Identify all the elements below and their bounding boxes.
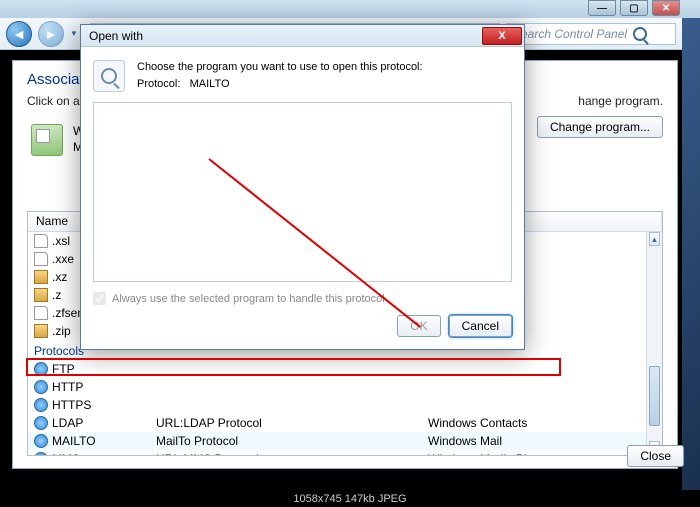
magnifier-icon [101,68,117,84]
program-list[interactable] [93,102,512,282]
app-icon [31,124,63,156]
dialog-icon [93,60,125,92]
window-maximize-button[interactable]: ▢ [620,0,648,16]
dialog-titlebar[interactable]: Open with X [81,25,524,47]
image-metadata-footer: 1058x745 147kb JPEG [0,491,700,507]
search-box[interactable]: Search Control Panel [506,23,676,45]
nav-forward-button: ► [38,21,64,47]
list-row[interactable]: FTP [28,360,662,378]
list-row[interactable]: MAILTOMailTo ProtocolWindows Mail [28,432,662,450]
scrollbar-up[interactable]: ▲ [649,232,660,246]
always-use-input [93,292,106,305]
list-row[interactable]: HTTPS [28,396,662,414]
proto-icon [34,362,48,376]
file-icon [34,252,48,266]
file-icon [34,306,48,320]
dialog-text: Choose the program you want to use to op… [137,59,423,92]
always-use-checkbox: Always use the selected program to handl… [93,292,512,305]
list-row[interactable]: MMSURL:MMS ProtocolWindows Media Player [28,450,662,456]
page-close-button[interactable]: Close [627,445,684,467]
proto-icon [34,452,48,456]
list-row[interactable]: HTTP [28,378,662,396]
proto-icon [34,416,48,430]
dialog-ok-button: OK [397,315,440,337]
proto-icon [34,380,48,394]
file-icon [34,234,48,248]
window-close-button[interactable]: ✕ [652,0,680,16]
dialog-title: Open with [89,29,143,43]
window-titlebar: — ▢ ✕ [0,0,700,18]
scrollbar-thumb[interactable] [649,366,660,426]
proto-icon [34,398,48,412]
listview-scrollbar[interactable]: ▲ ▼ [646,232,662,455]
desktop-background [682,0,700,490]
change-program-button[interactable]: Change program... [537,116,663,138]
proto-icon [34,434,48,448]
search-placeholder: Search Control Panel [513,27,627,41]
dialog-cancel-button[interactable]: Cancel [449,315,512,337]
zip-icon [34,288,48,302]
dialog-close-button[interactable]: X [482,27,522,45]
window-minimize-button[interactable]: — [588,0,616,16]
open-with-dialog: Open with X Choose the program you want … [80,24,525,350]
dialog-protocol-value: MAILTO [190,78,230,90]
zip-icon [34,270,48,284]
zip-icon [34,324,48,338]
list-row[interactable]: LDAPURL:LDAP ProtocolWindows Contacts [28,414,662,432]
nav-back-button[interactable]: ◄ [6,21,32,47]
search-icon [633,27,647,41]
